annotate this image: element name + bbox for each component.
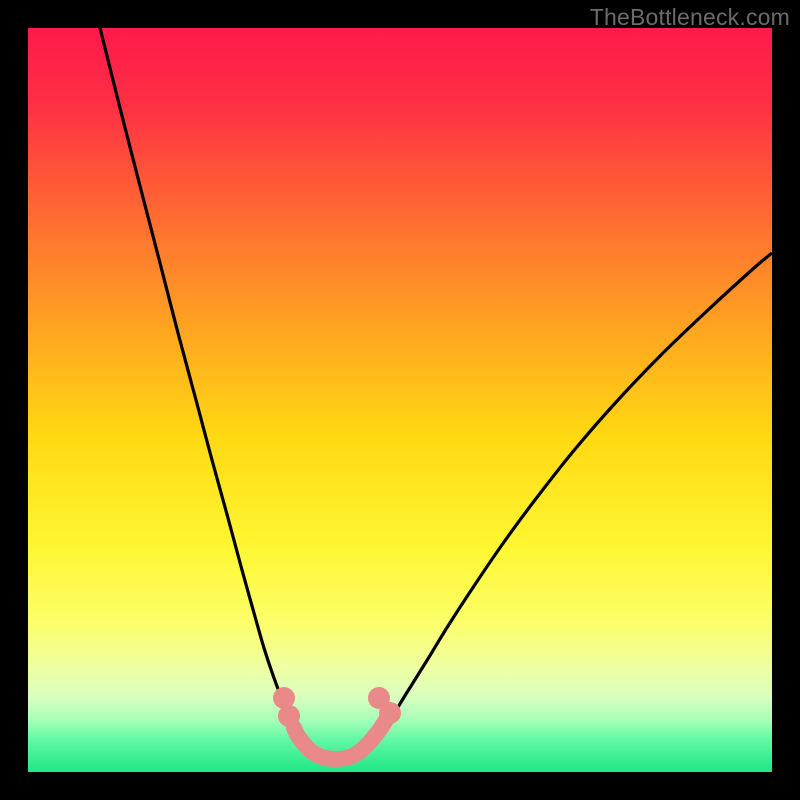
valley-marker-dot [379,702,401,724]
outer-black-frame: TheBottleneck.com [0,0,800,800]
bottleneck-chart [28,28,772,772]
watermark-text: TheBottleneck.com [590,4,790,31]
valley-marker-dot [278,705,300,727]
plot-area [28,28,772,772]
gradient-background [28,28,772,772]
